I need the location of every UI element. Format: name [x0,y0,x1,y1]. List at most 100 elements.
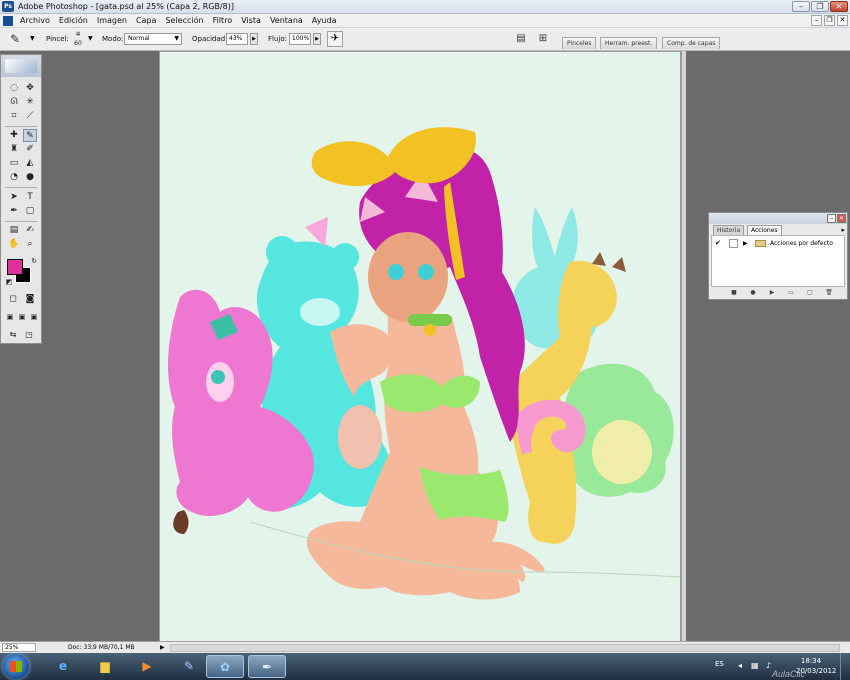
menu-edicion[interactable]: Edición [59,14,88,28]
dialog-toggle[interactable] [729,239,738,248]
quick-mask-icon[interactable]: ◙ [23,293,37,306]
menu-seleccion[interactable]: Selección [165,14,203,28]
play-icon[interactable]: ▶ [767,288,777,298]
healing-brush-icon[interactable]: ✚ [7,129,21,142]
check-icon[interactable]: ✔ [715,238,721,249]
tool-preset-arrow-icon[interactable]: ▼ [30,35,35,42]
language-indicator[interactable]: ES [715,660,724,668]
zoom-field[interactable]: 25% [2,643,36,652]
opacity-input[interactable]: 43% [226,33,248,45]
show-hidden-icons-icon[interactable]: ◂ [738,661,742,670]
doc-restore-button[interactable]: ❐ [824,15,835,26]
panel-minimize-button[interactable]: – [827,214,836,223]
new-action-icon[interactable]: ▢ [805,288,815,298]
screen-mode-full-icon[interactable]: ▣ [27,311,41,324]
foreground-color-swatch[interactable] [7,259,23,275]
tab-historia[interactable]: Historia [713,225,745,235]
expand-arrow-icon[interactable]: ▶ [743,238,748,249]
lasso-icon[interactable]: ᘏ [7,96,21,109]
network-icon[interactable]: ▦ [751,661,759,670]
mode-select[interactable]: Normal ▼ [124,33,182,45]
panel-title-bar[interactable]: – ✕ [709,213,847,224]
airbrush-toggle[interactable]: ✈ [327,31,343,47]
canvas[interactable] [160,52,681,642]
menu-filtro[interactable]: Filtro [213,14,233,28]
adobe-online-icon[interactable] [5,59,37,73]
slice-icon[interactable]: ⟋ [23,110,37,123]
brush-picker-arrow-icon[interactable]: ▼ [88,35,93,42]
media-player-icon[interactable]: ▶ [128,655,166,678]
zoom-icon[interactable]: ⌕ [23,238,37,251]
flow-slider-button[interactable]: ▶ [313,33,321,45]
document-icon[interactable] [3,16,13,26]
eyedropper-icon[interactable]: ✍ [23,224,37,237]
dodge-icon[interactable]: ● [23,171,37,184]
app-icon[interactable]: ✎ [170,655,208,678]
imageready-icon[interactable]: ◳ [22,328,36,341]
menu-ayuda[interactable]: Ayuda [312,14,337,28]
file-browser-icon[interactable]: ▤ [514,32,528,46]
show-desktop-button[interactable] [840,653,850,680]
menu-ventana[interactable]: Ventana [270,14,303,28]
mode-value: Normal [128,35,150,42]
brush-icon[interactable]: ✎ [23,129,37,142]
feather-task-icon[interactable]: ✒ [248,655,286,678]
paint-bucket-icon[interactable]: ◭ [23,157,37,170]
path-selection-icon[interactable]: ➤ [7,191,21,204]
stop-icon[interactable]: ■ [729,288,739,298]
explorer-folder-icon[interactable]: ▆ [86,655,124,678]
history-brush-icon[interactable]: ✐ [23,143,37,156]
menu-vista[interactable]: Vista [241,14,261,28]
toolbox-header[interactable] [1,55,41,77]
hand-icon[interactable]: ✋ [7,238,21,251]
flow-input[interactable]: 100% [289,33,311,45]
trash-icon[interactable]: 🗑 [824,288,834,298]
jump-to-imageready-icon[interactable]: ⇆ [6,328,20,341]
horizontal-scrollbar[interactable] [170,644,840,652]
notes-icon[interactable]: ▤ [7,224,21,237]
well-tab-pinceles[interactable]: Pinceles [562,37,597,49]
opacity-slider-button[interactable]: ▶ [250,33,258,45]
default-colors-icon[interactable]: ◩ [2,276,16,289]
brush-dot-icon: ✲ [75,31,81,38]
move-icon[interactable]: ✥ [23,82,37,95]
internet-explorer-icon[interactable]: e [44,655,82,678]
shape-icon[interactable]: ▢ [23,205,37,218]
palette-well: Pinceles Herram. preest. Comp. de capas [560,34,850,51]
panel-close-button[interactable]: ✕ [837,214,846,223]
vertical-scrollbar[interactable] [682,51,686,641]
blur-icon[interactable]: ◔ [7,171,21,184]
crop-icon[interactable]: ⌗ [7,110,21,123]
close-button[interactable]: ✕ [830,1,848,12]
mode-label: Modo: [102,35,124,43]
list-item[interactable]: ✔ ▶ Acciones por defecto [712,238,844,249]
pen-icon[interactable]: ✒ [7,205,21,218]
standard-mode-icon[interactable]: ◻ [6,293,20,306]
well-tab-comp-capas[interactable]: Comp. de capas [662,37,721,49]
doc-close-button[interactable]: ✕ [837,15,848,26]
menu-capa[interactable]: Capa [136,14,156,28]
panel-menu-icon[interactable]: ▸ [841,226,845,234]
menu-archivo[interactable]: Archivo [20,14,50,28]
eraser-icon[interactable]: ▭ [7,157,21,170]
new-set-icon[interactable]: ▭ [786,288,796,298]
restore-button[interactable]: ❐ [811,1,829,12]
brush-picker[interactable]: ✲ 60 [71,30,85,49]
brush-tool-icon[interactable]: ✎ [10,32,20,46]
palette-toggle-icon[interactable]: ⊞ [536,32,550,46]
swap-colors-icon[interactable]: ↻ [27,255,41,268]
volume-icon[interactable]: ♪ [766,661,771,670]
status-menu-arrow-icon[interactable]: ▶ [160,643,165,652]
well-tab-herramientas[interactable]: Herram. preest. [600,37,658,49]
record-icon[interactable]: ● [748,288,758,298]
menu-imagen[interactable]: Imagen [97,14,127,28]
clone-stamp-icon[interactable]: ♜ [7,143,21,156]
doc-minimize-button[interactable]: – [811,15,822,26]
marquee-icon[interactable]: ◌ [7,82,21,95]
type-icon[interactable]: T [23,191,37,204]
minimize-button[interactable]: – [792,1,810,12]
photoshop-task-icon[interactable]: ✿ [206,655,244,678]
tab-acciones[interactable]: Acciones [747,225,782,235]
start-button[interactable] [3,654,29,679]
magic-wand-icon[interactable]: ✳ [23,96,37,109]
